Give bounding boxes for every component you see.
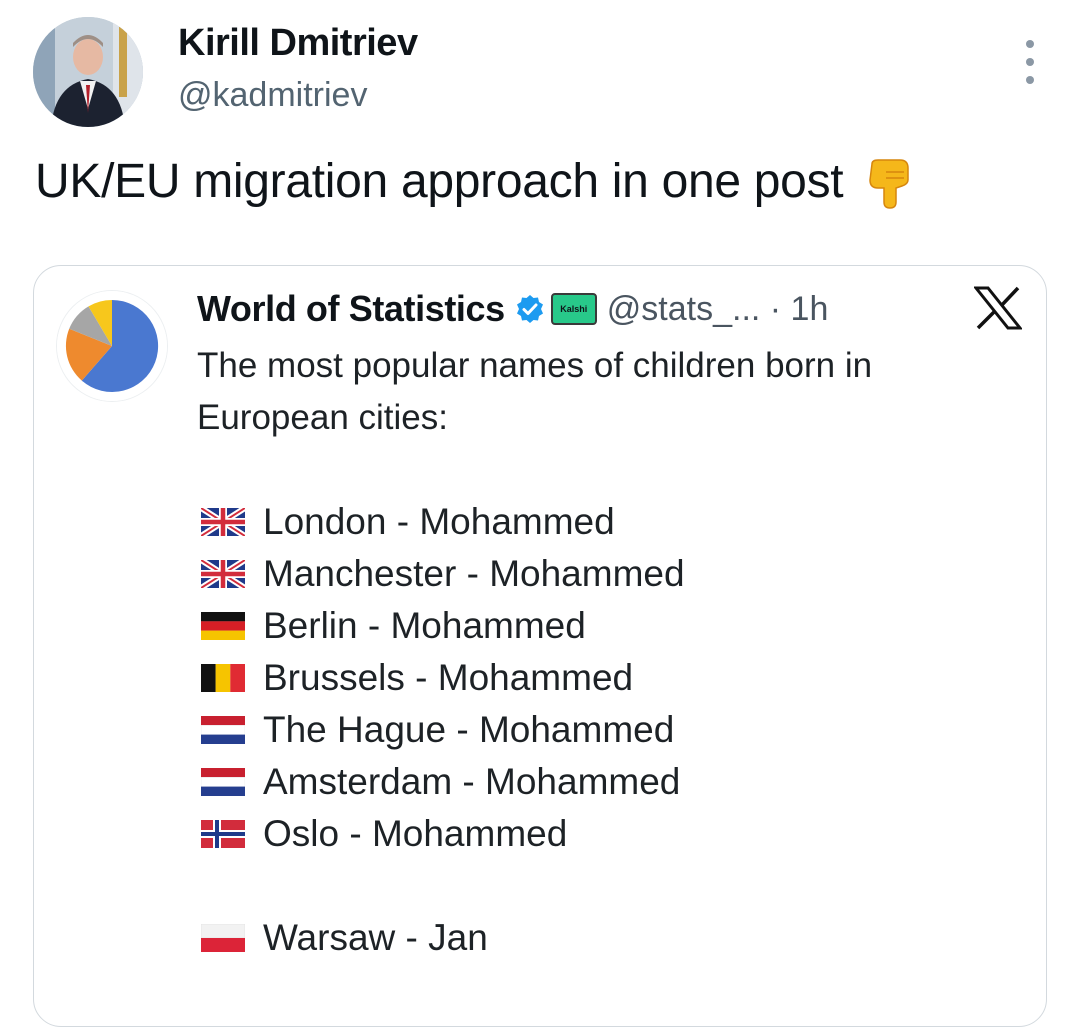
avatar-photo bbox=[33, 17, 143, 127]
city-name-list: London - Mohammed Manchester - Mohammed … bbox=[201, 496, 685, 964]
germany-flag-icon bbox=[201, 612, 245, 640]
kalshi-affiliate-badge[interactable]: Kalshi bbox=[550, 293, 597, 325]
belgium-flag-icon bbox=[201, 664, 245, 692]
list-item-text: London - Mohammed bbox=[263, 501, 615, 542]
uk-flag-icon bbox=[201, 508, 245, 536]
list-item: Warsaw - Jan bbox=[201, 912, 685, 964]
list-item: Berlin - Mohammed bbox=[201, 600, 685, 652]
netherlands-flag-icon bbox=[201, 716, 245, 744]
list-item-text: Manchester - Mohammed bbox=[263, 553, 685, 594]
list-item-text: Brussels - Mohammed bbox=[263, 657, 634, 698]
author-avatar[interactable] bbox=[33, 17, 143, 127]
uk-flag-icon bbox=[201, 560, 245, 588]
quoted-author-name[interactable]: World of Statistics bbox=[197, 288, 505, 330]
list-item: London - Mohammed bbox=[201, 496, 685, 548]
list-item-text: Oslo - Mohammed bbox=[263, 813, 568, 854]
more-options-icon[interactable] bbox=[1018, 40, 1042, 84]
list-item: Manchester - Mohammed bbox=[201, 548, 685, 600]
author-name[interactable]: Kirill Dmitriev bbox=[178, 22, 418, 65]
poland-flag-icon bbox=[201, 924, 245, 952]
tweet-text-content: UK/EU migration approach in one post bbox=[35, 155, 844, 208]
quoted-header: World of Statistics Kalshi @stats_... · … bbox=[197, 288, 828, 330]
list-item-text: The Hague - Mohammed bbox=[263, 709, 675, 750]
verified-badge-icon bbox=[516, 295, 543, 323]
list-item: Amsterdam - Mohammed bbox=[201, 756, 685, 808]
list-item-text: Amsterdam - Mohammed bbox=[263, 761, 681, 802]
list-item-text: Berlin - Mohammed bbox=[263, 605, 586, 646]
quoted-intro-text: The most popular names of children born … bbox=[197, 346, 873, 437]
list-item: Brussels - Mohammed bbox=[201, 652, 685, 704]
list-item-text: Warsaw - Jan bbox=[263, 917, 488, 958]
norway-flag-icon bbox=[201, 820, 245, 848]
netherlands-flag-icon bbox=[201, 768, 245, 796]
quoted-handle-time[interactable]: @stats_... · 1h bbox=[607, 290, 829, 329]
author-handle[interactable]: @kadmitriev bbox=[178, 76, 367, 115]
list-item: The Hague - Mohammed bbox=[201, 704, 685, 756]
list-item: Oslo - Mohammed bbox=[201, 808, 685, 860]
backhand-index-pointing-down-icon bbox=[869, 159, 910, 210]
pie-chart-avatar-icon bbox=[56, 290, 168, 402]
x-logo-icon bbox=[974, 286, 1022, 330]
quoted-post-card[interactable]: World of Statistics Kalshi @stats_... · … bbox=[33, 265, 1047, 1027]
tweet-text: UK/EU migration approach in one post bbox=[35, 154, 912, 210]
